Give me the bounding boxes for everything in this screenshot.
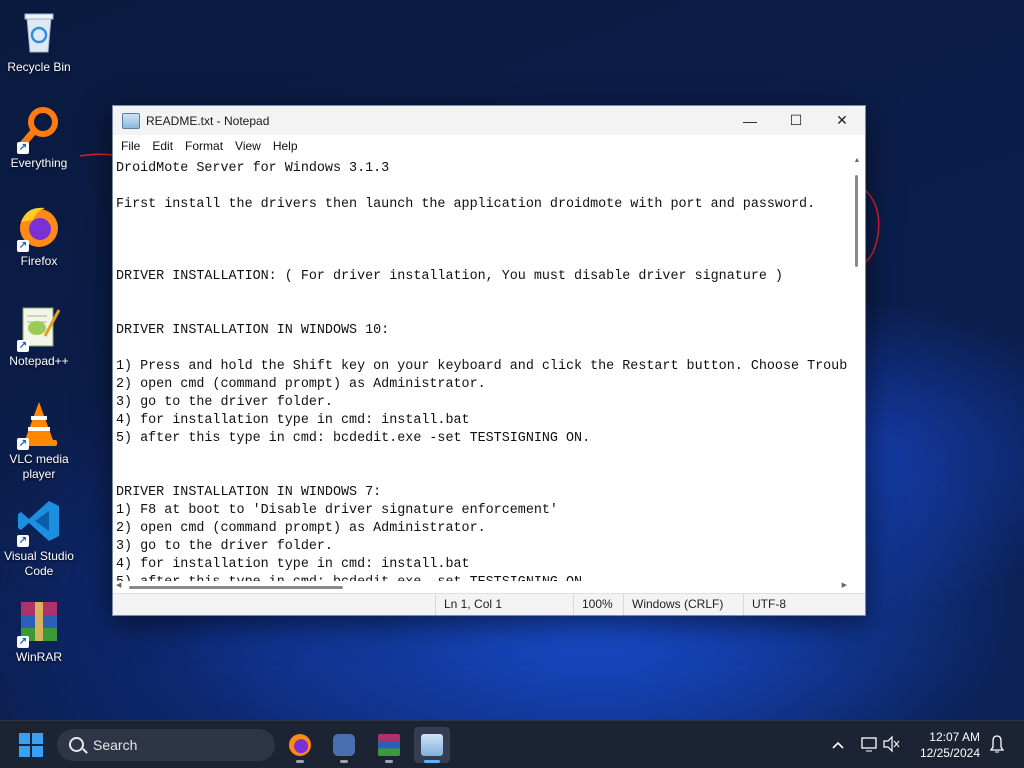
clock-date: 12/25/2024 [919,746,980,760]
firefox-icon [289,734,311,756]
title-bar[interactable]: README.txt - Notepad — ☐ ✕ [113,106,865,135]
desktop-icon-recycle-bin[interactable]: Recycle Bin [0,8,78,75]
recycle-bin-icon [15,8,63,56]
desktop-icon-vscode[interactable]: ↗ Visual Studio Code [0,497,78,579]
taskbar-search[interactable]: Search [57,729,275,761]
everything-search-icon: ↗ [15,104,63,154]
taskbar-firefox[interactable] [282,727,318,763]
firefox-icon: ↗ [15,202,63,252]
taskbar-clock[interactable]: 12:07 AM 12/25/2024 [920,729,980,761]
desktop-icon-vlc[interactable]: ↗ VLC media player [0,400,78,482]
droidmote-icon [333,734,355,756]
notifications-button[interactable] [986,721,1008,768]
taskbar-winrar[interactable] [371,727,407,763]
scroll-right-icon[interactable]: ▶ [842,581,847,589]
desktop-icon-label: Firefox [20,254,58,268]
menu-help[interactable]: Help [267,139,304,153]
taskbar-notepad[interactable] [414,727,450,763]
notepad-plus-plus-icon: ↗ [15,302,63,352]
search-label: Search [93,737,138,753]
clock-time: 12:07 AM [929,730,980,744]
window-controls: — ☐ ✕ [727,106,865,135]
close-button[interactable]: ✕ [819,106,865,135]
search-icon [69,737,84,752]
bell-icon [989,735,1005,753]
editor-content[interactable]: DroidMote Server for Windows 3.1.3 First… [113,157,850,581]
menu-bar: File Edit Format View Help [113,135,865,157]
notepad-icon [421,734,443,756]
chevron-up-icon [832,741,844,749]
desktop-icon-label: WinRAR [15,650,62,664]
running-indicator [340,760,348,763]
tray-network-volume[interactable] [858,721,902,768]
desktop-icon-label: Notepad++ [9,354,69,368]
menu-format[interactable]: Format [179,139,229,153]
winrar-icon [378,734,400,756]
shortcut-arrow-icon: ↗ [17,535,29,547]
winrar-icon: ↗ [15,598,63,648]
shortcut-arrow-icon: ↗ [17,142,29,154]
network-icon [861,735,900,753]
vscode-icon: ↗ [15,497,63,547]
vlc-icon: ↗ [15,400,63,450]
running-indicator [296,760,304,763]
minimize-button[interactable]: — [727,106,773,135]
taskbar: Search 12:07 AM 12/25/2024 [0,720,1024,768]
horizontal-scrollbar[interactable]: ◀ ▶ [113,581,850,593]
window-title: README.txt - Notepad [146,113,270,128]
status-encoding: UTF-8 [743,594,786,615]
status-position: Ln 1, Col 1 [435,594,502,615]
shortcut-arrow-icon: ↗ [17,240,29,252]
scroll-left-icon[interactable]: ◀ [116,581,121,589]
desktop-icon-everything[interactable]: ↗ Everything [0,104,78,171]
shortcut-arrow-icon: ↗ [17,340,29,352]
status-bar: Ln 1, Col 1 100% Windows (CRLF) UTF-8 [113,593,865,615]
start-button[interactable] [19,733,43,757]
maximize-button[interactable]: ☐ [773,106,819,135]
desktop-icon-notepad-plus-plus[interactable]: ↗ Notepad++ [0,302,78,369]
running-indicator [385,760,393,763]
vertical-scroll-thumb[interactable] [855,175,858,267]
notepad-window: README.txt - Notepad — ☐ ✕ File Edit For… [112,105,866,616]
status-line-ending: Windows (CRLF) [623,594,723,615]
shortcut-arrow-icon: ↗ [17,636,29,648]
desktop-icon-label: Visual Studio Code [4,549,74,578]
vertical-scrollbar[interactable]: ▲ [851,157,863,581]
text-editor[interactable]: DroidMote Server for Windows 3.1.3 First… [113,157,850,581]
menu-edit[interactable]: Edit [146,139,179,153]
menu-view[interactable]: View [229,139,267,153]
desktop-icon-label: Recycle Bin [7,60,71,74]
active-indicator [424,760,440,763]
notepad-icon [122,112,140,129]
desktop-icon-label: Everything [10,156,68,170]
windows-logo-icon [19,733,30,744]
shortcut-arrow-icon: ↗ [17,438,29,450]
scroll-up-icon[interactable]: ▲ [851,157,863,167]
tray-overflow[interactable] [826,721,850,768]
desktop-icon-label: VLC media player [9,452,69,481]
status-zoom: 100% [573,594,613,615]
taskbar-droidmote[interactable] [326,727,362,763]
menu-file[interactable]: File [115,139,146,153]
horizontal-scroll-thumb[interactable] [129,586,343,589]
desktop-icon-firefox[interactable]: ↗ Firefox [0,202,78,269]
desktop-icon-winrar[interactable]: ↗ WinRAR [0,598,78,665]
